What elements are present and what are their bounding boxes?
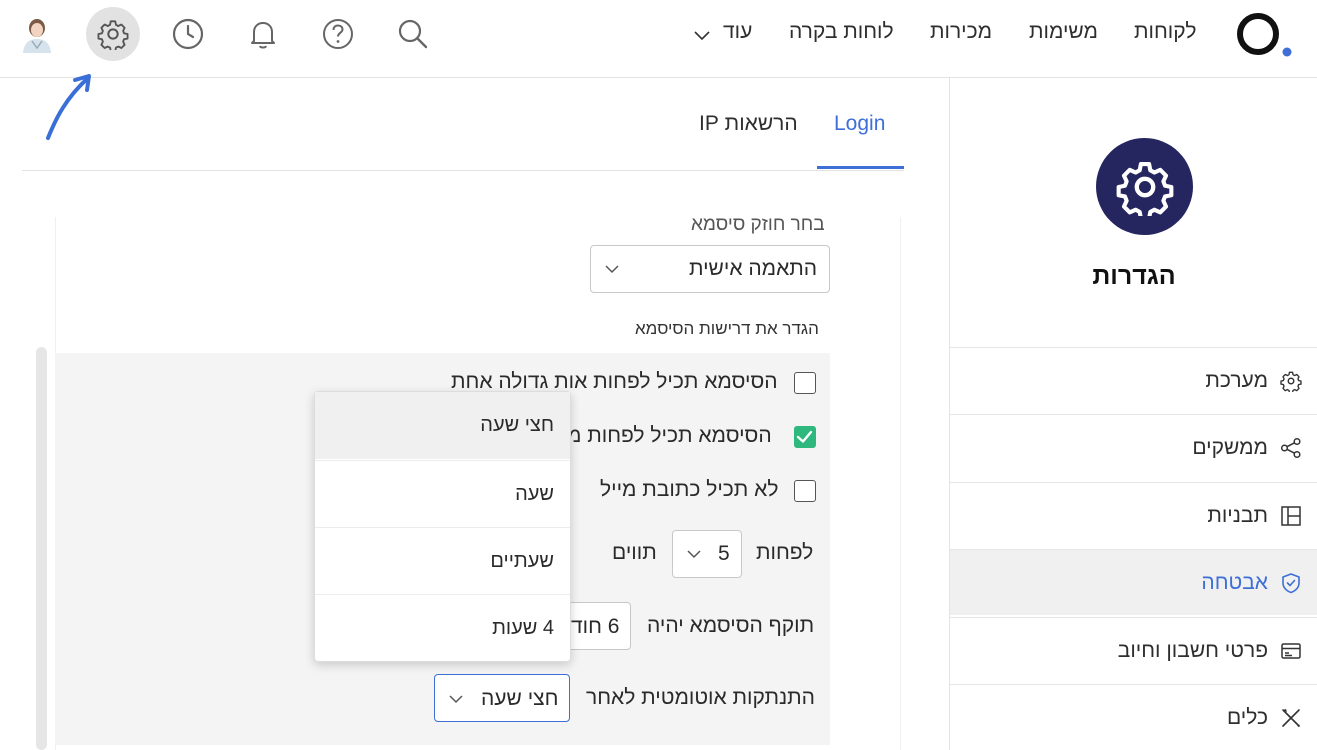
dropdown-option[interactable]: 4 שעות: [315, 594, 570, 661]
checkbox-no-email[interactable]: [794, 480, 816, 502]
search-icon[interactable]: [386, 7, 440, 61]
settings-badge-icon: [1096, 138, 1193, 235]
min-length-suffix: תווים: [612, 541, 657, 564]
share-icon: [1280, 437, 1302, 459]
req-no-email-label: לא תכיל כתובת מייל: [600, 478, 779, 501]
nav-customers[interactable]: לקוחות: [1134, 20, 1197, 44]
sidebar-item-label: ממשקים: [1192, 435, 1268, 459]
gear-icon: [1280, 370, 1302, 392]
top-bar: לקוחות משימות מכירות לוחות בקרה עוד: [0, 0, 1317, 78]
app-logo[interactable]: [1236, 12, 1296, 60]
sidebar-item-integrations[interactable]: ממשקים: [950, 414, 1317, 480]
sidebar-item-label: תבניות: [1207, 503, 1268, 527]
tabs-divider: [22, 170, 904, 171]
avatar[interactable]: [20, 15, 54, 53]
autologout-label: התנתקות אוטומטית לאחר: [586, 686, 815, 709]
chevron-down-icon: [448, 694, 464, 704]
min-length-value: 5: [718, 542, 730, 565]
sidebar-item-system[interactable]: מערכת: [950, 347, 1317, 413]
chevron-down-icon: [686, 549, 702, 559]
expiry-label: תוקף הסיסמא יהיה: [647, 614, 815, 637]
req-second-label: הסיסמא תכיל לפחות מ: [567, 424, 772, 447]
chevron-down-icon[interactable]: [693, 30, 711, 42]
chevron-down-icon: [604, 264, 620, 274]
nav-sales[interactable]: מכירות: [930, 20, 992, 44]
checkbox-uppercase[interactable]: [794, 372, 816, 394]
dropdown-option[interactable]: שעתיים: [315, 527, 570, 594]
help-icon[interactable]: [311, 7, 365, 61]
scrollbar[interactable]: [36, 347, 47, 750]
requirements-label: הגדר את דרישות הסיסמא: [635, 319, 819, 338]
tools-icon: [1280, 707, 1302, 729]
password-strength-value: התאמה אישית: [689, 257, 818, 280]
min-length-prefix: לפחות: [756, 541, 814, 564]
expiry-value: 6 חוד: [571, 615, 620, 638]
checkmark-icon: [796, 430, 813, 443]
tab-login[interactable]: Login: [834, 112, 885, 136]
nav-tasks[interactable]: משימות: [1029, 20, 1098, 44]
bell-icon[interactable]: [236, 7, 290, 61]
sidebar-item-templates[interactable]: תבניות: [950, 482, 1317, 548]
sidebar-item-label: אבטחה: [1201, 570, 1268, 594]
settings-sidebar: הגדרות מערכת ממשקים תבניות אבטחה פרטי חש…: [949, 78, 1317, 750]
arrow-annotation: [40, 68, 100, 143]
autologout-dropdown: חצי שעה שעה שעתיים 4 שעות: [314, 391, 571, 662]
template-icon: [1280, 505, 1302, 527]
checkbox-second[interactable]: [794, 426, 816, 448]
billing-icon: [1280, 640, 1302, 662]
sidebar-title: הגדרות: [1092, 262, 1176, 290]
nav-more[interactable]: עוד: [723, 20, 752, 44]
sidebar-item-billing[interactable]: פרטי חשבון וחיוב: [950, 617, 1317, 683]
autologout-value: חצי שעה: [481, 687, 559, 710]
tab-ip-permissions[interactable]: הרשאות IP: [699, 112, 798, 136]
sidebar-item-label: פרטי חשבון וחיוב: [1117, 638, 1268, 662]
sidebar-item-label: מערכת: [1205, 368, 1268, 392]
min-length-select[interactable]: [672, 530, 742, 578]
clock-icon[interactable]: [161, 7, 215, 61]
sidebar-item-security[interactable]: אבטחה: [950, 549, 1317, 615]
gear-icon[interactable]: [86, 7, 140, 61]
dropdown-option[interactable]: חצי שעה: [315, 392, 570, 459]
shield-icon: [1280, 572, 1302, 594]
sidebar-item-label: כלים: [1226, 705, 1268, 729]
sidebar-item-tools[interactable]: כלים: [950, 684, 1317, 750]
tab-login-underline: [817, 166, 904, 169]
dropdown-option[interactable]: שעה: [315, 460, 570, 527]
nav-dashboards[interactable]: לוחות בקרה: [789, 20, 894, 44]
password-strength-label: בחר חוזק סיסמא: [691, 214, 825, 235]
